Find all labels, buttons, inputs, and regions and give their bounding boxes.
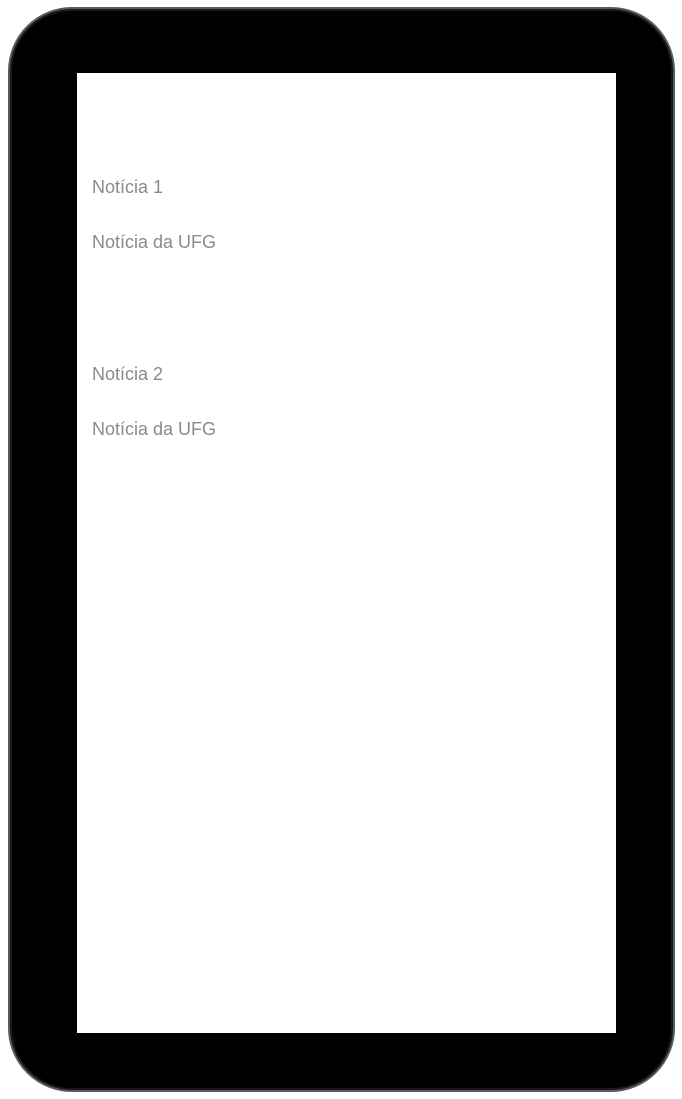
news-title: Notícia 2 <box>92 364 164 384</box>
news-subtitle: Notícia da UFG <box>92 419 217 439</box>
list-item[interactable]: Notícia 2 Notícia da UFG <box>92 362 601 549</box>
news-list: Notícia 1 Notícia da UFG Notícia 2 Notíc… <box>92 175 601 549</box>
list-item[interactable]: Notícia 1 Notícia da UFG <box>92 175 601 362</box>
news-subtitle: Notícia da UFG <box>92 232 217 252</box>
app-screen: Notícia 1 Notícia da UFG Notícia 2 Notíc… <box>77 73 616 1033</box>
news-title: Notícia 1 <box>92 177 164 197</box>
